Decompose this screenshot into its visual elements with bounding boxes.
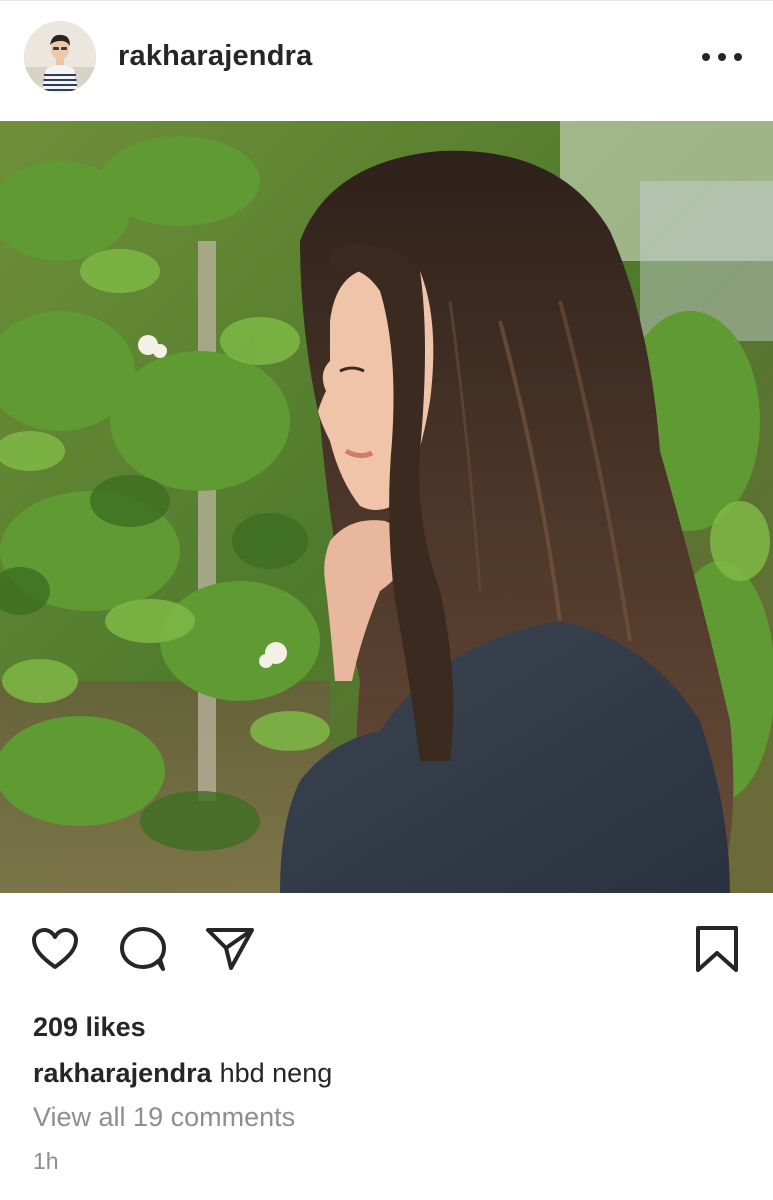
post-actions bbox=[0, 893, 773, 1003]
caption-username[interactable]: rakharajendra bbox=[33, 1058, 212, 1088]
paper-plane-icon[interactable] bbox=[205, 926, 255, 977]
avatar-image bbox=[24, 21, 96, 93]
comment-bubble-icon[interactable] bbox=[118, 925, 168, 978]
view-comments-link[interactable]: View all 19 comments bbox=[33, 1102, 295, 1133]
post-header: rakharajendra bbox=[0, 0, 773, 120]
more-horizontal-icon[interactable] bbox=[698, 40, 746, 74]
avatar[interactable] bbox=[24, 21, 96, 93]
post-photo[interactable] bbox=[0, 121, 773, 893]
bookmark-outline-icon[interactable] bbox=[694, 924, 740, 979]
post-image bbox=[0, 121, 773, 893]
likes-count[interactable]: 209 likes bbox=[33, 1012, 146, 1043]
post-time: 1h bbox=[33, 1148, 59, 1174]
header-username[interactable]: rakharajendra bbox=[118, 40, 312, 73]
heart-outline-icon[interactable] bbox=[31, 927, 79, 976]
caption: rakharajendra hbd neng bbox=[33, 1058, 332, 1089]
caption-text: hbd neng bbox=[219, 1058, 333, 1088]
